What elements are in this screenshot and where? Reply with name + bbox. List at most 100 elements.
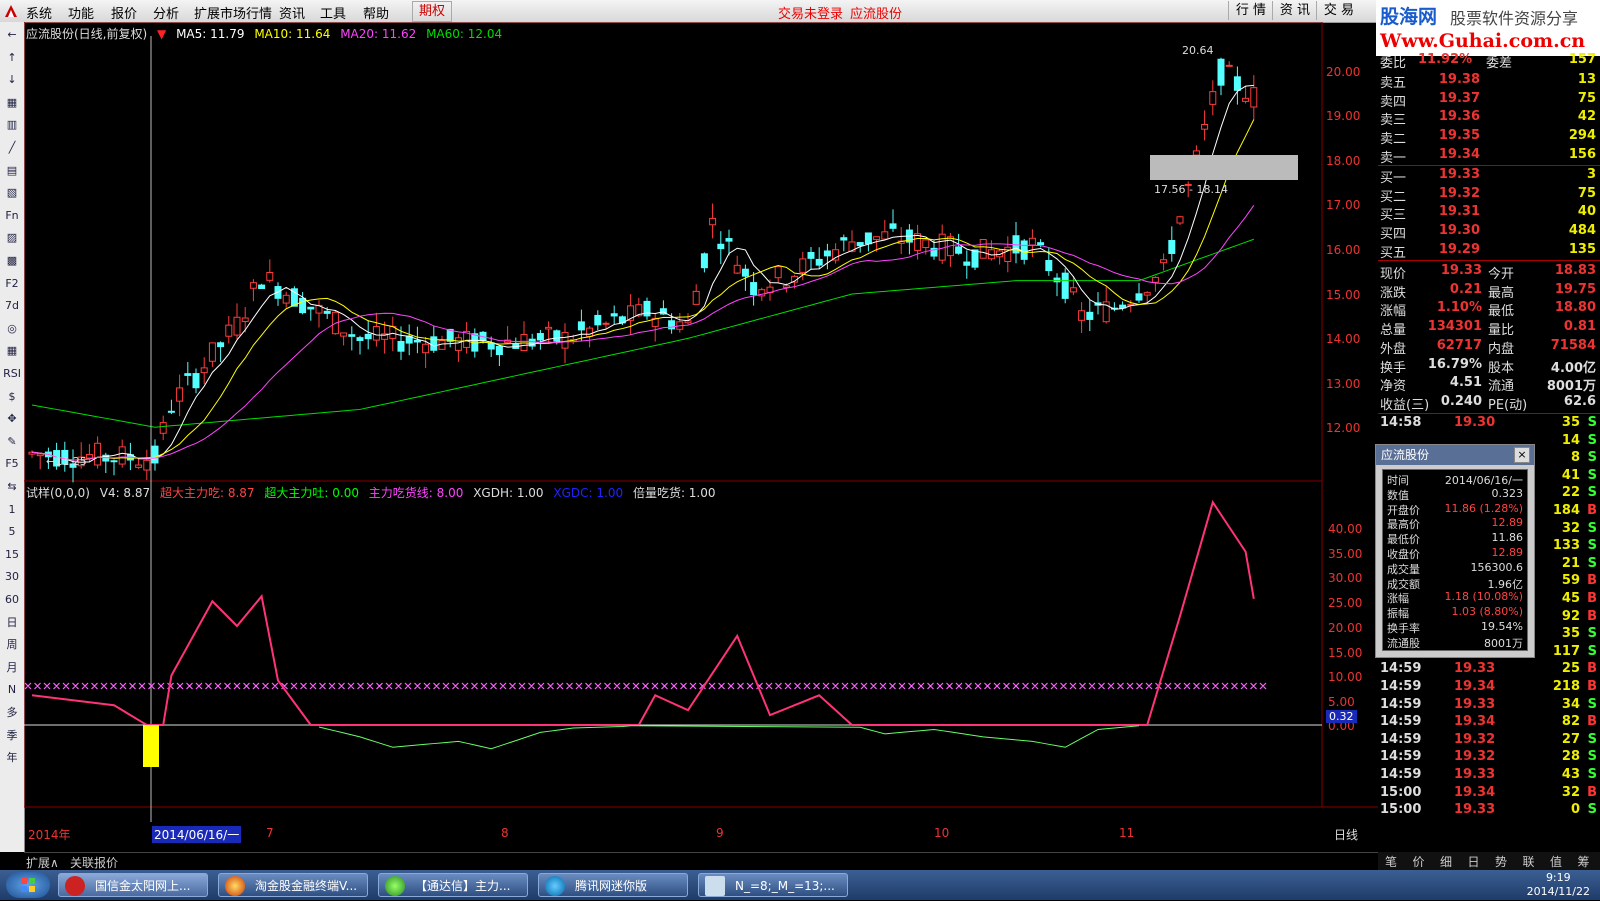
- toolbar-button[interactable]: 周: [3, 636, 21, 654]
- quote-tab[interactable]: 笔: [1378, 853, 1404, 870]
- quote-tab[interactable]: 联: [1516, 853, 1542, 870]
- toolbar-button[interactable]: ↑: [3, 49, 21, 67]
- toolbar-button[interactable]: ▨: [3, 229, 21, 247]
- toolbar-button[interactable]: 30: [3, 568, 21, 586]
- quote-tab[interactable]: 筹: [1571, 853, 1597, 870]
- toolbar-button[interactable]: 1: [3, 501, 21, 519]
- ask-volume: 294: [1568, 128, 1596, 144]
- toolbar-button[interactable]: ╱: [3, 139, 21, 157]
- toolbar-button[interactable]: F2: [3, 275, 21, 293]
- toolbar-button[interactable]: 月: [3, 659, 21, 677]
- tick-volume: 218: [1552, 679, 1580, 694]
- quote-tab[interactable]: 细: [1433, 853, 1459, 870]
- menu-options[interactable]: 期权: [412, 1, 453, 22]
- bid-volume: 135: [1568, 241, 1596, 257]
- popup-key: 流通股: [1387, 636, 1420, 650]
- menu-tools[interactable]: 工具: [320, 3, 346, 22]
- menu-function[interactable]: 功能: [68, 3, 94, 22]
- candle-body: [823, 250, 831, 257]
- start-button[interactable]: [6, 872, 50, 898]
- taskbar-item[interactable]: 国信金太阳网上...: [58, 873, 208, 897]
- tick-price: 19.33: [1454, 696, 1496, 712]
- menu-analysis[interactable]: 分析: [153, 3, 179, 22]
- toolbar-button[interactable]: ▤: [3, 162, 21, 180]
- stat-label: 换手: [1380, 360, 1407, 376]
- stat-row: 现价 19.33 今开 18.83: [1378, 263, 1600, 282]
- tick-side: B: [1587, 503, 1597, 518]
- toolbar-button[interactable]: 年: [3, 749, 21, 767]
- candle-body: [372, 326, 380, 341]
- candle-body: [241, 317, 249, 322]
- candle-body: [397, 340, 405, 352]
- ask-volume: 42: [1577, 109, 1596, 125]
- toolbar-button[interactable]: 5: [3, 523, 21, 541]
- menu-quote[interactable]: 报价: [111, 3, 137, 22]
- tick-time: 14:59: [1380, 661, 1422, 677]
- toolbar-button[interactable]: Fn: [3, 207, 21, 225]
- tab-related-quote[interactable]: 关联报价: [70, 854, 118, 871]
- kline-chart[interactable]: 17.56 - 18.14 20.64 ←11.25: [24, 22, 1378, 852]
- tick-volume: 35: [1561, 415, 1580, 430]
- system-clock[interactable]: 9:19 2014/11/22: [1527, 871, 1590, 899]
- toolbar-button[interactable]: ↓: [3, 71, 21, 89]
- popup-row: 时间 2014/06/16/一: [1383, 472, 1527, 487]
- quote-tab[interactable]: 价: [1406, 853, 1432, 870]
- toolbar-button[interactable]: ⇆: [3, 478, 21, 496]
- x-label-month: 9: [716, 826, 724, 840]
- popup-header[interactable]: 应流股份 ×: [1376, 445, 1534, 465]
- toolbar-button[interactable]: N: [3, 681, 21, 699]
- tick-time: 14:59: [1380, 767, 1422, 782]
- toolbar-button[interactable]: ▦: [3, 94, 21, 112]
- toolbar-button[interactable]: 7d: [3, 297, 21, 315]
- tick-side: S: [1587, 767, 1597, 782]
- tab-news[interactable]: 资 讯: [1272, 1, 1317, 20]
- tick-side: B: [1587, 591, 1597, 606]
- taskbar-item[interactable]: 【通达信】主力...: [378, 873, 528, 897]
- ask-row: 卖二 19.35 294: [1378, 128, 1600, 147]
- toolbar-button[interactable]: 15: [3, 546, 21, 564]
- period-label[interactable]: 日线: [1334, 826, 1358, 843]
- tab-trade[interactable]: 交 易: [1316, 1, 1361, 20]
- menu-extended-market[interactable]: 扩展市场行情: [194, 3, 272, 22]
- taskbar-item[interactable]: N_=8;_M_=13;...: [698, 873, 848, 897]
- menu-help[interactable]: 帮助: [363, 3, 389, 22]
- candle-body: [955, 246, 963, 254]
- quote-tab[interactable]: 值: [1543, 853, 1569, 870]
- ma60-line: [31, 238, 1254, 428]
- y-label: 15.00: [1326, 288, 1361, 302]
- candle-body: [258, 284, 266, 290]
- toolbar-button[interactable]: ▥: [3, 116, 21, 134]
- tick-price: 19.33: [1454, 802, 1496, 818]
- toolbar-button[interactable]: $: [3, 388, 21, 406]
- candle-body: [733, 264, 741, 274]
- taskbar-item[interactable]: 淘金股金融终端V...: [218, 873, 368, 897]
- toolbar-button[interactable]: F5: [3, 455, 21, 473]
- stat-value: 18.83: [1554, 263, 1596, 278]
- tab-market[interactable]: 行 情: [1228, 1, 1273, 20]
- toolbar-button[interactable]: 60: [3, 591, 21, 609]
- toolbar-button[interactable]: ▦: [3, 342, 21, 360]
- toolbar-button[interactable]: ←: [3, 26, 21, 44]
- toolbar-button[interactable]: ▩: [3, 252, 21, 270]
- toolbar-button[interactable]: ◎: [3, 320, 21, 338]
- toolbar-button[interactable]: 日: [3, 614, 21, 632]
- menu-system[interactable]: 系统: [26, 3, 52, 22]
- ask-price: 19.36: [1438, 109, 1480, 125]
- data-window-popup[interactable]: 应流股份 × 时间 2014/06/16/一 数值 0.323 开盘价 11.86 (1.…: [1375, 444, 1535, 658]
- toolbar-button[interactable]: RSI: [3, 365, 21, 383]
- candle-body: [85, 454, 93, 459]
- menu-info[interactable]: 资讯: [279, 3, 305, 22]
- popup-row: 数值 0.323: [1383, 487, 1527, 502]
- toolbar-button[interactable]: 季: [3, 727, 21, 745]
- quote-tab[interactable]: 日: [1461, 853, 1487, 870]
- close-icon[interactable]: ×: [1514, 447, 1530, 463]
- trade-login-status[interactable]: 交易未登录: [778, 3, 843, 22]
- toolbar-button[interactable]: 多: [3, 704, 21, 722]
- toolbar-button[interactable]: ▧: [3, 184, 21, 202]
- tab-extended[interactable]: 扩展∧: [26, 854, 59, 871]
- quote-tab[interactable]: 势: [1488, 853, 1514, 870]
- toolbar-button[interactable]: ✥: [3, 410, 21, 428]
- taskbar-item[interactable]: 腾讯网迷你版: [538, 873, 688, 897]
- toolbar-button[interactable]: ✎: [3, 433, 21, 451]
- bid-row: 买五 19.29 135: [1378, 241, 1600, 261]
